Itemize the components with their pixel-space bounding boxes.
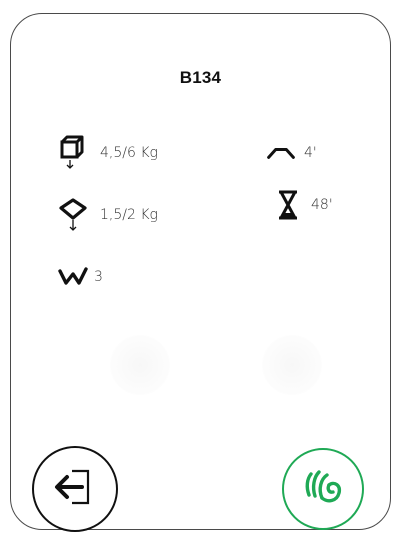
wash-level-value: 3 — [94, 269, 103, 285]
dry-load-value: 4,5/6 Kg — [100, 145, 158, 161]
back-button[interactable] — [32, 446, 118, 532]
hourglass-icon — [273, 190, 303, 220]
spin-time-value: 4' — [304, 145, 317, 161]
cube-weight-icon — [58, 135, 88, 169]
diamond-weight-icon — [58, 198, 88, 231]
spec-synthetic-load: 1,5/2 Kg — [58, 198, 158, 231]
inactive-indicator-left — [110, 335, 170, 395]
program-title: B134 — [179, 68, 222, 87]
wave-level-icon — [58, 262, 88, 292]
start-button[interactable] — [282, 448, 364, 530]
arch-icon — [266, 138, 296, 168]
spec-wash-level: 3 — [58, 262, 103, 292]
inactive-indicator-right — [262, 335, 322, 395]
hand-touch-icon — [298, 465, 348, 514]
exit-door-icon — [50, 465, 100, 514]
spec-spin-time: 4' — [266, 138, 317, 168]
spec-dry-load: 4,5/6 Kg — [58, 135, 158, 169]
synthetic-load-value: 1,5/2 Kg — [100, 207, 158, 223]
spec-cycle-time: 48' — [273, 190, 333, 220]
cycle-time-value: 48' — [311, 197, 333, 213]
